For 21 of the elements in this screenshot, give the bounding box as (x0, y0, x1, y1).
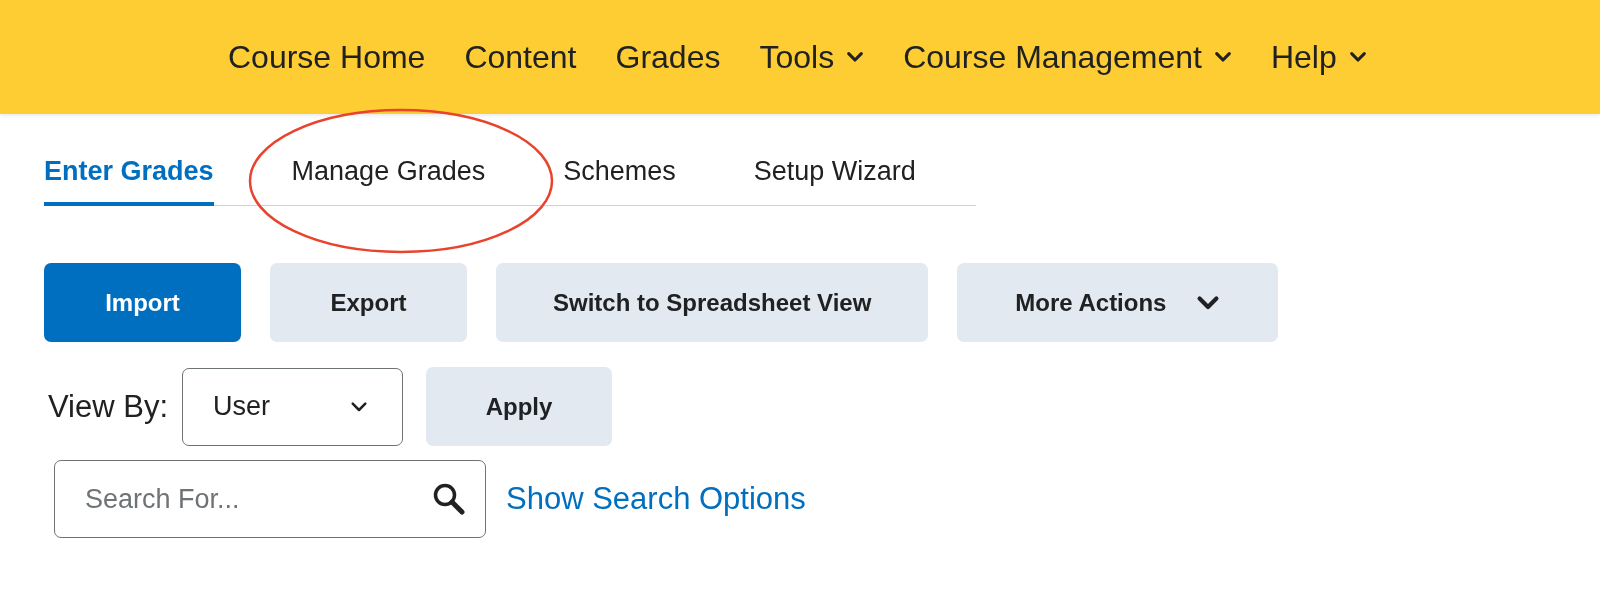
chevron-down-icon (1196, 294, 1221, 311)
view-by-dropdown[interactable]: User (182, 367, 404, 446)
nav-link[interactable]: Tools (759, 38, 865, 76)
view-by-label: View By: (48, 388, 169, 425)
action-button[interactable]: Export (270, 263, 467, 342)
tab[interactable]: Enter Grades (44, 146, 214, 206)
tab[interactable]: Setup Wizard (753, 146, 916, 205)
more-actions-button[interactable]: More Actions (957, 263, 1279, 342)
search-icon (432, 482, 466, 516)
chevron-down-icon (350, 400, 369, 413)
nav-link[interactable]: Course Home (228, 38, 426, 76)
import-button[interactable]: Import (44, 263, 241, 342)
tab[interactable]: Schemes (563, 146, 676, 205)
search-field[interactable]: Search For... (54, 460, 486, 538)
show-search-options-link[interactable]: Show Search Options (506, 481, 806, 517)
nav-link[interactable]: Grades (615, 38, 721, 76)
action-button[interactable]: Switch to Spreadsheet View (496, 263, 929, 342)
nav-link[interactable]: Help (1270, 38, 1367, 76)
apply-button[interactable]: Apply (426, 367, 613, 446)
nav-link[interactable]: Content (464, 38, 577, 76)
nav-link[interactable]: Course Management (903, 38, 1232, 76)
